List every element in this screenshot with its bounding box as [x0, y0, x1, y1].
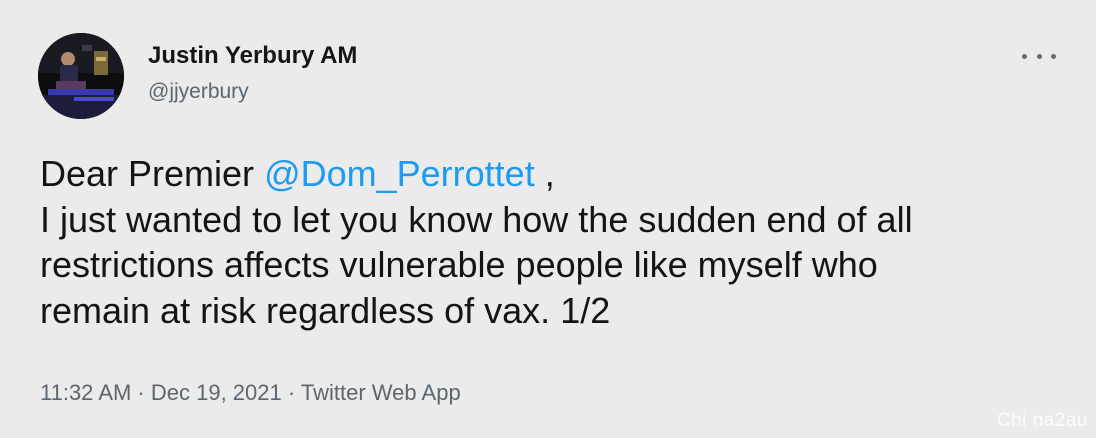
- tweet-text: Dear Premier @Dom_Perrottet , I just wan…: [40, 151, 1070, 333]
- tweet-card: Justin Yerbury AM @jjyerbury Dear Premie…: [0, 0, 1096, 438]
- tweet-text-comma: ,: [534, 153, 555, 194]
- dot-icon: [1022, 53, 1027, 59]
- watermark: Chi na2au: [996, 410, 1088, 431]
- avatar[interactable]: [38, 33, 124, 119]
- mention-link[interactable]: @Dom_Perrottet: [264, 153, 535, 194]
- tweet-text-line-4: remain at risk regardless of vax. 1/2: [40, 289, 611, 331]
- author-handle[interactable]: @jjyerbury: [148, 80, 249, 104]
- more-options-icon[interactable]: [1022, 46, 1056, 66]
- dot-icon: [1051, 53, 1056, 59]
- tweet-text-line-2: I just wanted to let you know how the su…: [40, 198, 913, 240]
- tweet-text-line-1: Dear Premier @Dom_Perrottet ,: [40, 151, 1070, 197]
- tweet-text-greeting: Dear Premier: [40, 153, 265, 194]
- author-display-name[interactable]: Justin Yerbury AM: [148, 42, 357, 70]
- tweet-meta[interactable]: 11:32 AM · Dec 19, 2021 · Twitter Web Ap…: [40, 380, 461, 406]
- avatar-photo: [38, 33, 124, 119]
- tweet-text-line-3: restrictions affects vulnerable people l…: [40, 244, 878, 285]
- dot-icon: [1036, 53, 1042, 59]
